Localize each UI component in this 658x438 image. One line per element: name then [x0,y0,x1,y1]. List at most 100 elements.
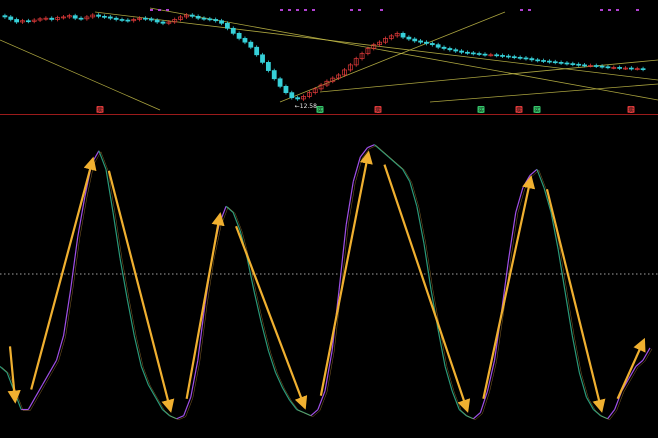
osc-signal-segment [227,207,236,214]
osc-segment [585,396,594,410]
candle-body [119,19,125,21]
osc-segment [593,409,601,417]
candle-body [2,15,8,18]
osc-segment [451,390,460,410]
top-mark [600,9,603,11]
osc-signal-segment [383,151,391,159]
osc-signal-segment [121,259,130,300]
top-mark [608,9,611,11]
candle-body [424,41,429,44]
osc-signal-segment [390,157,398,165]
candle-body [465,51,470,54]
candle-body [225,22,230,29]
candle-body [14,19,20,23]
osc-segment [536,169,545,188]
candle-body [593,65,599,67]
signal-marker-text: 卖 [97,107,103,114]
candle-body [102,15,107,18]
osc-signal-segment [291,401,299,411]
signal-marker-text: 卖 [516,107,522,114]
candle-body [418,40,423,43]
top-mark [528,9,531,11]
candle-body [189,14,195,17]
signal-marker-text: 卖 [628,107,634,114]
top-mark [158,9,161,11]
osc-signal-segment [404,170,412,183]
trend-arrow [107,170,175,413]
low-price-label: ←12.58 [295,103,317,110]
osc-segment [267,350,277,373]
osc-segment [388,156,397,164]
osc-signal-segment [418,207,427,245]
trend-line [94,11,658,81]
signal-marker-text: 买 [317,106,323,114]
candle-body [599,65,605,68]
osc-segment [147,384,156,398]
candle-body [96,14,101,17]
price-panel: ←12.58 卖 买 卖 买 卖 买 卖 [0,7,658,114]
osc-signal-segment [284,388,292,402]
osc-segment [381,150,389,158]
candle-body [570,63,576,65]
trend-line [149,7,658,101]
osc-segment [253,292,262,324]
trend-arrow [482,175,536,399]
candle-body [517,56,523,59]
osc-signal-segment [453,391,462,411]
trend-arrow [235,225,308,410]
osc-segment [310,409,319,417]
osc-segment [578,372,587,398]
osc-segment [571,335,580,373]
chart-stage: ←12.58 卖 买 卖 买 卖 买 卖 [0,7,658,420]
candle-body [470,52,476,55]
candle-body [535,59,541,62]
top-mark [166,9,169,11]
candle-body [541,60,546,62]
top-mark [312,9,315,11]
top-mark [350,9,353,11]
candle-body [500,55,505,57]
osc-segment [126,298,135,336]
osc-segment [472,412,481,420]
trend-arrow [545,189,606,413]
candle-body [72,15,78,19]
osc-signal-segment [100,151,109,171]
osc-segment [282,387,291,401]
osc-segment [374,144,382,152]
osc-segment [289,399,298,410]
signal-marker-text: 买 [534,106,540,114]
osc-segment [119,258,128,299]
osc-segment [635,359,644,367]
trend-arrow [383,164,471,413]
candle-body [640,68,646,71]
osc-segment [416,206,425,244]
osc-signal-segment [164,410,172,417]
candle-body [160,21,166,24]
candle-body [148,18,154,21]
osc-segment [367,144,375,149]
top-mark [280,9,283,11]
candle-body [459,50,464,53]
osc-signal-segment [150,385,158,399]
top-mark [150,9,153,11]
top-mark [358,9,361,11]
signal-marker-text: 买 [478,106,484,114]
osc-segment [260,323,270,352]
top-mark [520,9,523,11]
candle-body [248,41,254,48]
candle-body [482,53,488,56]
osc-signal-segment [588,398,596,411]
osc-signal-segment [157,398,165,411]
candle-body [154,19,160,23]
osc-segment [345,181,354,225]
osc-segment [564,292,573,336]
candle-body [107,16,113,19]
osc-signal-segment [128,299,137,337]
osc-signal-segment [574,336,582,374]
osc-segment [162,409,170,417]
candle-body [582,64,587,67]
candle-body [230,27,236,34]
top-mark [380,9,383,11]
candle-body [435,44,441,48]
candle-body [289,92,295,99]
